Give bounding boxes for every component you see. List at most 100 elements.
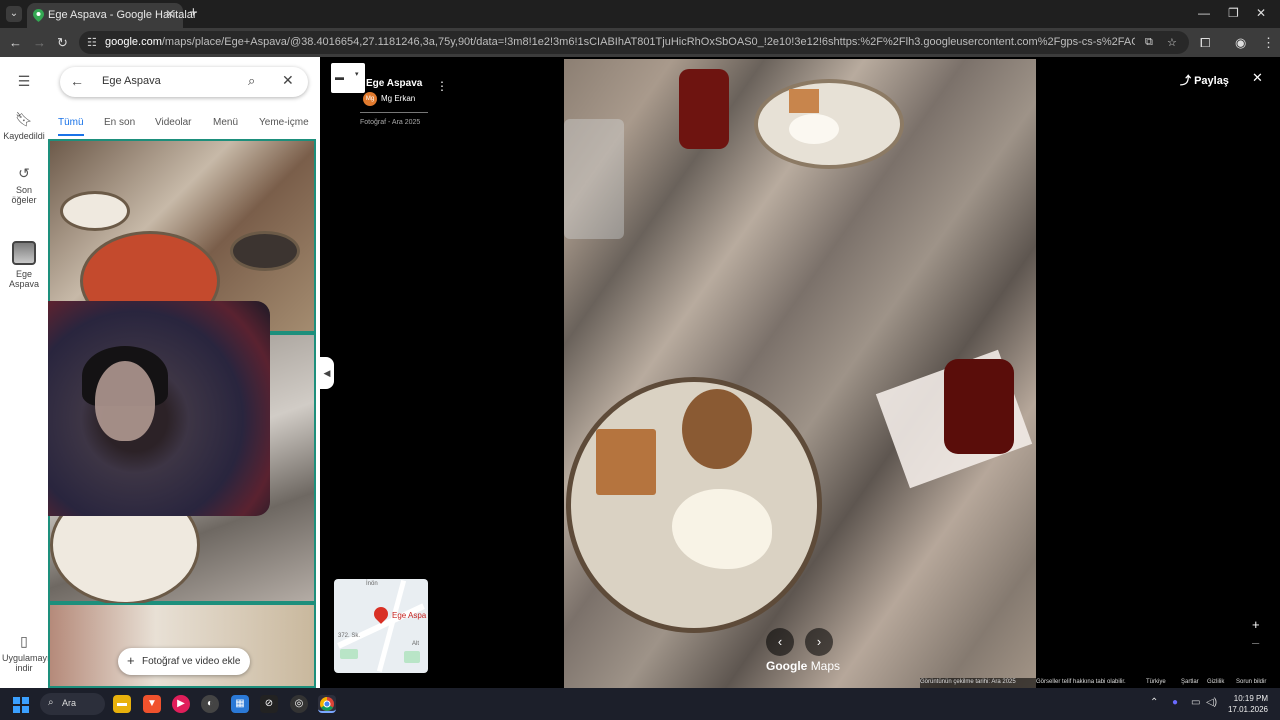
recent-button[interactable]: ↺ Son öğeler <box>0 165 48 205</box>
network-icon[interactable]: ▭ <box>1191 697 1200 708</box>
windows-start-icon[interactable] <box>13 697 29 713</box>
photo-category-tabs: Tümü En son Videolar Menü Yeme-içme <box>48 115 320 137</box>
collapse-panel-button[interactable]: ◀ <box>320 357 334 389</box>
back-icon[interactable]: ← <box>9 35 22 50</box>
bookmark-star-icon[interactable]: ☆ <box>1167 36 1177 49</box>
place-thumbnail <box>12 241 36 265</box>
next-photo-button[interactable]: › <box>805 628 833 656</box>
site-info-icon[interactable]: ☷ <box>87 36 97 49</box>
photo-thumbnail[interactable] <box>48 603 316 688</box>
previous-photo-button[interactable]: ‹ <box>766 628 794 656</box>
install-app-icon[interactable]: ⧉ <box>1145 36 1153 49</box>
clear-search-icon[interactable]: ✕ <box>282 72 294 89</box>
recent-place-button[interactable]: Ege Aspava <box>0 241 48 289</box>
add-photo-video-button[interactable]: + Fotoğraf ve video ekle <box>118 648 250 675</box>
app-icon[interactable]: ⊘ <box>260 695 278 713</box>
brave-browser-icon[interactable]: ▼ <box>143 695 161 713</box>
saved-label: Kaydedildi <box>3 131 45 141</box>
bookmark-icon: 🔖︎ <box>15 111 33 127</box>
more-options-icon[interactable]: ⋮ <box>436 79 448 93</box>
photos-app-icon[interactable]: ▦ <box>231 695 249 713</box>
file-explorer-icon[interactable]: ▬ <box>113 695 131 713</box>
tab-search-button[interactable]: ⌄ <box>6 6 22 22</box>
address-bar[interactable]: ☷ google.com/maps/place/Ege+Aspava/@38.4… <box>79 31 1189 54</box>
share-label: Paylaş <box>1194 75 1229 87</box>
left-rail: ☰ 🔖︎ Kaydedildi ↺ Son öğeler Ege Aspava … <box>0 57 50 688</box>
extensions-icon[interactable]: ⧠ <box>1200 35 1210 51</box>
photo-type-icon: ▬ <box>335 72 344 82</box>
search-input[interactable]: Ege Aspava <box>102 75 161 87</box>
taskbar-search[interactable]: ⌕ Ara <box>40 693 105 715</box>
minimap-place-label: Ege Aspa <box>392 611 427 620</box>
chrome-browser-icon[interactable] <box>318 695 336 713</box>
browser-tab-strip: ⌄ Ege Aspava - Google Haritalar ✕ + — ❐ … <box>0 0 1280 28</box>
browser-menu-icon[interactable]: ⋮ <box>1262 35 1275 51</box>
windows-taskbar: ⌕ Ara ▬ ▼ ▶ ◐ ▦ ⊘ ◎ ⌃ ● ▭ ◁) 10:19 PM 17… <box>0 688 1280 720</box>
tab-videos[interactable]: Videolar <box>155 117 192 128</box>
profile-icon[interactable]: ◉ <box>1235 35 1246 51</box>
tab-latest[interactable]: En son <box>104 117 135 128</box>
water-glass-image <box>564 119 624 239</box>
main-photo[interactable] <box>564 59 1036 688</box>
back-arrow-icon[interactable]: ← <box>70 73 84 89</box>
maps-wordmark: Maps <box>810 659 841 673</box>
author-avatar[interactable]: Mg <box>363 92 377 106</box>
maximize-window-icon[interactable]: ❐ <box>1228 6 1239 20</box>
minimize-window-icon[interactable]: — <box>1198 6 1210 20</box>
chrome-logo-icon <box>320 697 334 711</box>
browser-tab[interactable]: Ege Aspava - Google Haritalar ✕ <box>27 3 197 28</box>
tab-food-drink[interactable]: Yeme-içme <box>259 117 309 128</box>
recent-label: Son öğeler <box>11 185 37 205</box>
tab-all[interactable]: Tümü <box>58 117 84 128</box>
clock-time: 10:19 PM <box>1233 694 1268 703</box>
zoom-in-icon[interactable]: + <box>1252 617 1260 632</box>
meta-divider <box>360 112 428 113</box>
cake-slice-image <box>596 429 656 495</box>
main-menu-button[interactable]: ☰ <box>0 73 48 93</box>
google-wordmark: Google <box>766 659 808 673</box>
privacy-link[interactable]: Gizlilik <box>1207 679 1224 685</box>
media-type-dropdown[interactable]: ▬ ▾ <box>331 63 365 93</box>
minimap[interactable]: İnön 372. Sk. Alt Ege Aspa <box>334 579 428 673</box>
download-app-button[interactable]: ▯ Uygulamayı indir <box>0 633 50 673</box>
close-window-icon[interactable]: ✕ <box>1256 6 1266 20</box>
report-problem-link[interactable]: Sorun bildir <box>1236 679 1266 685</box>
region-link[interactable]: Türkiye <box>1146 679 1166 685</box>
terms-link[interactable]: Şartlar <box>1181 679 1199 685</box>
maps-page: ☰ 🔖︎ Kaydedildi ↺ Son öğeler Ege Aspava … <box>0 57 1280 688</box>
download-app-label: Uygulamayı indir <box>2 653 50 673</box>
plate-image <box>230 231 300 271</box>
recent-place-label: Ege Aspava <box>8 269 40 289</box>
tea-glass-image <box>679 69 729 149</box>
close-viewer-icon[interactable]: ✕ <box>1252 70 1263 86</box>
close-tab-icon[interactable]: ✕ <box>165 7 175 21</box>
minimap-street-label: Alt <box>412 641 420 647</box>
share-button[interactable]: ⤴ Paylaş <box>1180 72 1229 88</box>
tab-menu[interactable]: Menü <box>213 117 238 128</box>
clock-date: 17.01.2026 <box>1227 705 1268 714</box>
zoom-out-icon[interactable]: – <box>1252 635 1259 650</box>
author-name[interactable]: Mg Erkan <box>381 94 415 103</box>
search-icon[interactable]: ⌕ <box>248 73 255 89</box>
chevron-down-icon: ▾ <box>355 71 359 78</box>
saved-button[interactable]: 🔖︎ Kaydedildi <box>0 111 48 141</box>
reload-icon[interactable]: ↻ <box>57 35 68 51</box>
minimap-park <box>404 651 420 663</box>
semolina-dessert-image <box>682 389 752 469</box>
volume-icon[interactable]: ◁) <box>1206 697 1217 708</box>
system-clock[interactable]: 10:19 PM 17.01.2026 <box>1222 693 1268 715</box>
add-photo-video-label: Fotoğraf ve video ekle <box>142 656 241 667</box>
copyright-note: Görseller telif hakkına tabi olabilir. <box>1036 679 1126 685</box>
new-tab-icon[interactable]: + <box>189 5 198 20</box>
tray-overflow-icon[interactable]: ⌃ <box>1150 697 1158 708</box>
place-title: Ege Aspava <box>366 78 423 89</box>
search-box[interactable]: ← Ege Aspava ⌕ ✕ <box>60 67 308 97</box>
photo-meta: Fotoğraf - Ara 2025 <box>360 119 421 126</box>
app-icon[interactable]: ◐ <box>201 695 219 713</box>
viewer-footer: Görüntünün çekilme tarihi: Ara 2025 Görs… <box>920 678 1280 688</box>
hamburger-menu-icon: ☰ <box>17 73 31 89</box>
obs-studio-icon[interactable]: ◎ <box>290 695 308 713</box>
microphone-icon[interactable]: ● <box>1172 697 1178 708</box>
media-player-icon[interactable]: ▶ <box>172 695 190 713</box>
forward-icon[interactable]: → <box>33 35 46 50</box>
